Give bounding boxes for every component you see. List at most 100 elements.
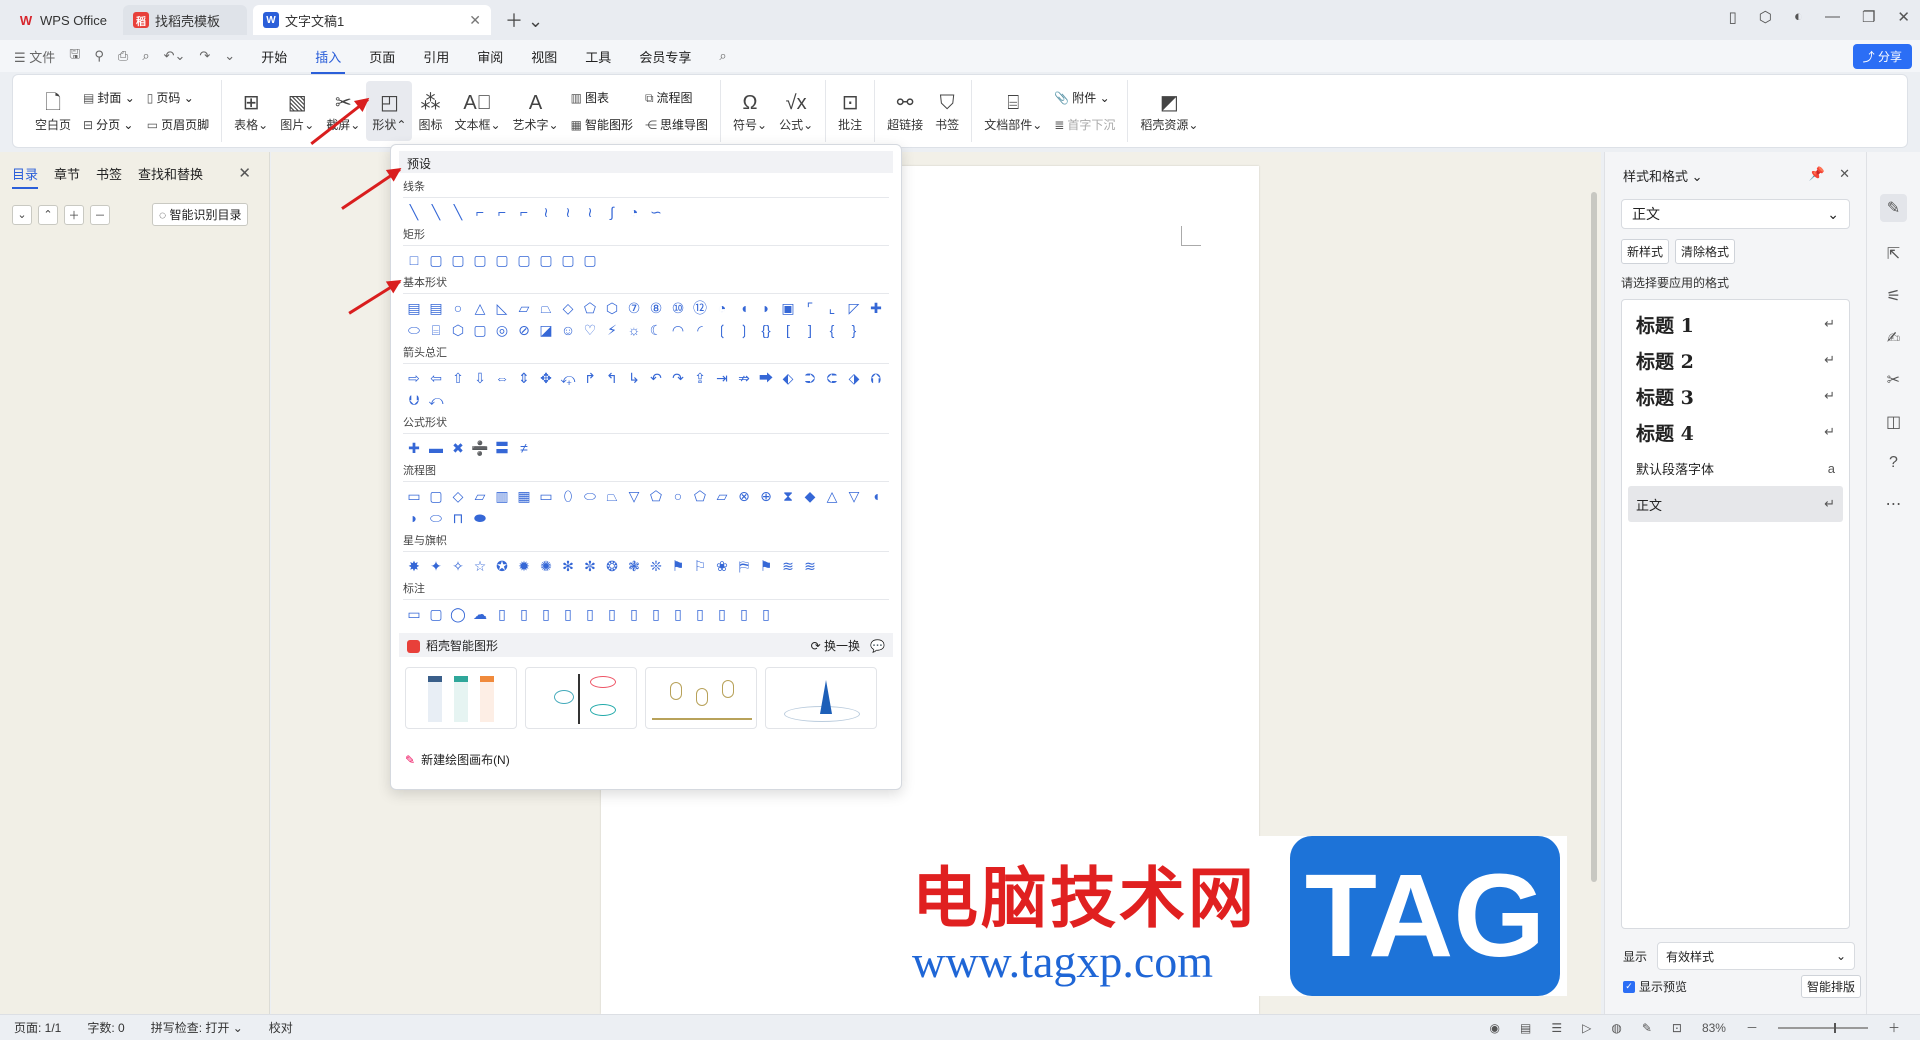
shape-icon[interactable]: ▯ xyxy=(669,605,687,623)
shape-icon[interactable]: ⤽ xyxy=(559,369,577,387)
collapse-icon[interactable]: ⌄ xyxy=(12,204,32,225)
shape-icon[interactable]: ❀ xyxy=(713,557,731,575)
spell-check-toggle[interactable]: 拼写检查: 打开 ⌄ xyxy=(151,1019,243,1036)
shape-icon[interactable]: ⊕ xyxy=(757,487,775,505)
shape-icon[interactable]: ❳ xyxy=(735,321,753,339)
shape-icon[interactable]: 〓 xyxy=(493,439,511,457)
tab-find-replace[interactable]: 查找和替换 xyxy=(138,164,203,189)
shape-icon[interactable]: ⬯ xyxy=(559,487,577,505)
shape-icon[interactable]: ⛿ xyxy=(735,557,753,575)
shape-icon[interactable]: ◆ xyxy=(801,487,819,505)
shape-icon[interactable]: ⇧ xyxy=(449,369,467,387)
shape-icon[interactable]: ➗ xyxy=(471,439,489,457)
tab-docer-templates[interactable]: 稻 找稻壳模板 xyxy=(122,5,247,35)
sliders-icon[interactable]: ⚟ xyxy=(1886,286,1900,306)
shape-icon[interactable]: } xyxy=(845,321,863,339)
zoom-level[interactable]: 83% xyxy=(1702,1021,1726,1035)
shape-icon[interactable]: ⇨ xyxy=(405,369,423,387)
icons-button[interactable]: ⁂ 图标 xyxy=(412,81,448,141)
shape-icon[interactable]: ≀ xyxy=(537,203,555,221)
picture-button[interactable]: ▧ 图片⌄ xyxy=(274,81,320,141)
shape-icon[interactable]: ╲ xyxy=(449,203,467,221)
smart-graphic-template[interactable] xyxy=(765,667,877,729)
menu-view[interactable]: 视图 xyxy=(531,47,557,66)
shape-icon[interactable]: ⬬ xyxy=(471,509,489,527)
hyperlink-button[interactable]: ⚯ 超链接 xyxy=(881,81,929,141)
shape-icon[interactable]: ◇ xyxy=(559,299,577,317)
shape-icon[interactable]: ▦ xyxy=(515,487,533,505)
shape-icon[interactable]: ▯ xyxy=(603,605,621,623)
shape-icon[interactable]: ▯ xyxy=(757,605,775,623)
shape-icon[interactable]: □ xyxy=(405,251,423,269)
shape-icon[interactable]: ☁ xyxy=(471,605,489,623)
style-heading-2[interactable]: 标题 2 ↵ xyxy=(1628,342,1843,378)
menu-page[interactable]: 页面 xyxy=(369,47,395,66)
shape-icon[interactable]: ⬭ xyxy=(581,487,599,505)
shapes-button[interactable]: ◰ 形状⌃ xyxy=(366,81,413,141)
shape-icon[interactable]: ⇔ xyxy=(493,369,511,387)
shape-icon[interactable]: ↱ xyxy=(581,369,599,387)
shape-icon[interactable]: ⌞ xyxy=(823,299,841,317)
proofread-button[interactable]: 校对 xyxy=(269,1019,293,1036)
shape-icon[interactable]: ⇪ xyxy=(691,369,709,387)
shape-icon[interactable]: ⏢ xyxy=(537,299,555,317)
shape-icon[interactable]: ⤺ xyxy=(427,391,445,409)
shape-icon[interactable]: ▤ xyxy=(405,299,423,317)
tab-document[interactable]: W 文字文稿1 ✕ xyxy=(252,5,491,35)
more-icon[interactable]: ⌄ xyxy=(224,48,235,64)
shape-icon[interactable]: ⮉ xyxy=(867,369,885,387)
shape-icon[interactable]: ◎ xyxy=(493,321,511,339)
shape-icon[interactable]: ⬭ xyxy=(427,509,445,527)
zoom-slider[interactable] xyxy=(1777,1022,1868,1033)
symbol-button[interactable]: Ω 符号⌄ xyxy=(727,81,773,141)
tab-chapters[interactable]: 章节 xyxy=(54,164,80,189)
swap-button[interactable]: ⟳ 换一换 xyxy=(811,639,860,653)
shape-icon[interactable]: ◇ xyxy=(449,487,467,505)
shape-icon[interactable]: ▯ xyxy=(493,605,511,623)
menu-review[interactable]: 审阅 xyxy=(477,47,503,66)
shape-icon[interactable]: ≀ xyxy=(559,203,577,221)
expand-icon[interactable]: ⌃ xyxy=(38,204,58,225)
chart-button[interactable]: ▥ 图表 xyxy=(571,89,633,106)
shape-icon[interactable]: ✥ xyxy=(537,369,555,387)
reading-icon[interactable]: ◫ xyxy=(1886,412,1901,432)
styles-panel-title[interactable]: 样式和格式 ⌄ xyxy=(1623,166,1703,185)
shape-icon[interactable]: ╲ xyxy=(427,203,445,221)
shape-icon[interactable]: ◔ xyxy=(713,299,731,317)
smart-graphic-button[interactable]: ▦ 智能图形 xyxy=(571,116,633,133)
shape-icon[interactable]: ⑧ xyxy=(647,299,665,317)
shape-icon[interactable]: ▽ xyxy=(625,487,643,505)
shape-icon[interactable]: ▢ xyxy=(581,251,599,269)
bookmark-button[interactable]: ⛉ 书签 xyxy=(929,81,965,141)
shape-icon[interactable]: ⌸ xyxy=(427,321,445,339)
shape-icon[interactable]: ⇩ xyxy=(471,369,489,387)
shape-icon[interactable]: ⚐ xyxy=(691,557,709,575)
display-filter-select[interactable]: 有效样式 ⌄ xyxy=(1657,942,1855,970)
layout-icon[interactable]: ▯ xyxy=(1729,8,1737,26)
shape-icon[interactable]: ▢ xyxy=(493,251,511,269)
comment-button[interactable]: ⊡ 批注 xyxy=(832,81,868,141)
shape-icon[interactable]: ⏢ xyxy=(603,487,621,505)
menu-member[interactable]: 会员专享 xyxy=(639,47,691,66)
shape-icon[interactable]: ▥ xyxy=(493,487,511,505)
scroll-thumb[interactable] xyxy=(1591,192,1597,882)
header-footer-button[interactable]: ▭ 页眉页脚 xyxy=(147,116,209,133)
save-icon[interactable]: 🖫 xyxy=(69,45,80,67)
shape-icon[interactable]: ○ xyxy=(669,487,687,505)
shape-icon[interactable]: ▤ xyxy=(427,299,445,317)
shape-icon[interactable]: ✹ xyxy=(515,557,533,575)
page-break-button[interactable]: ⊟ 分页 ⌄ xyxy=(83,116,135,133)
shape-icon[interactable]: ⑩ xyxy=(669,299,687,317)
print-icon[interactable]: ⎙ xyxy=(118,48,128,64)
page-number-button[interactable]: ▯ 页码 ⌄ xyxy=(147,89,209,106)
close-tab-icon[interactable]: ✕ xyxy=(469,12,481,29)
shape-icon[interactable]: ▭ xyxy=(405,605,423,623)
shape-icon[interactable]: ❊ xyxy=(647,557,665,575)
web-view-icon[interactable]: ◍ xyxy=(1611,1021,1621,1035)
shape-icon[interactable]: ▢ xyxy=(559,251,577,269)
shape-icon[interactable]: ✧ xyxy=(449,557,467,575)
shape-icon[interactable]: ≠ xyxy=(515,439,533,457)
smart-toc-button[interactable]: ◌ 智能识别目录 xyxy=(152,203,249,226)
shape-icon[interactable]: ⬭ xyxy=(405,321,423,339)
shape-icon[interactable]: ≋ xyxy=(779,557,797,575)
